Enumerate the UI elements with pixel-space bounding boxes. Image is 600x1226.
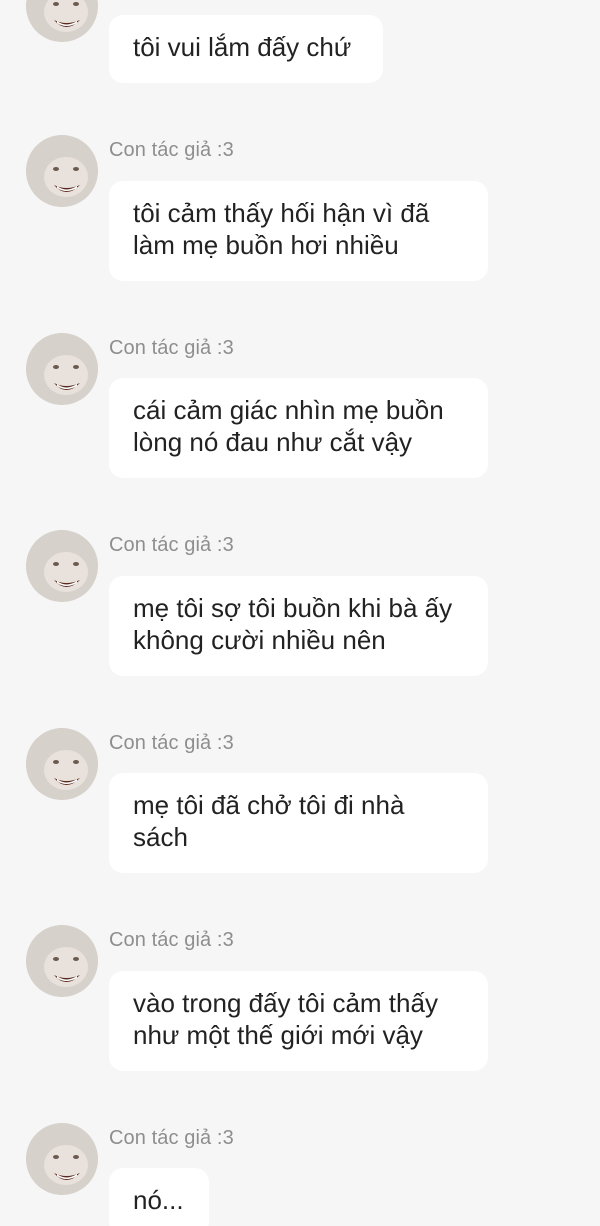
sender-name: Con tác giả :3 xyxy=(109,337,234,359)
author-avatar-icon[interactable] xyxy=(26,1123,98,1195)
sender-name: Con tác giả :3 xyxy=(109,732,234,754)
message-bubble: mẹ tôi đã chở tôi đi nhà sách xyxy=(109,773,488,873)
sender-name: Con tác giả :3 xyxy=(109,139,234,161)
message-bubble: tôi vui lắm đấy chứ xyxy=(109,15,383,83)
author-avatar-icon[interactable] xyxy=(26,728,98,800)
chat-thread[interactable]: tôi vui lắm đấy chứ Con tác giả :3 tôi c… xyxy=(0,0,600,1226)
sender-name: Con tác giả :3 xyxy=(109,929,234,951)
message-bubble: nó... xyxy=(109,1168,209,1226)
author-avatar-icon[interactable] xyxy=(26,530,98,602)
author-avatar-icon[interactable] xyxy=(26,925,98,997)
message-bubble: mẹ tôi sợ tôi buồn khi bà ấy không cười … xyxy=(109,576,488,676)
message-bubble: vào trong đấy tôi cảm thấy như một thế g… xyxy=(109,971,488,1071)
message-bubble: cái cảm giác nhìn mẹ buồn lòng nó đau nh… xyxy=(109,378,488,478)
author-avatar-icon[interactable] xyxy=(26,135,98,207)
author-avatar-icon[interactable] xyxy=(26,0,98,42)
sender-name: Con tác giả :3 xyxy=(109,534,234,556)
author-avatar-icon[interactable] xyxy=(26,333,98,405)
message-bubble: tôi cảm thấy hối hận vì đã làm mẹ buồn h… xyxy=(109,181,488,281)
sender-name: Con tác giả :3 xyxy=(109,1127,234,1149)
